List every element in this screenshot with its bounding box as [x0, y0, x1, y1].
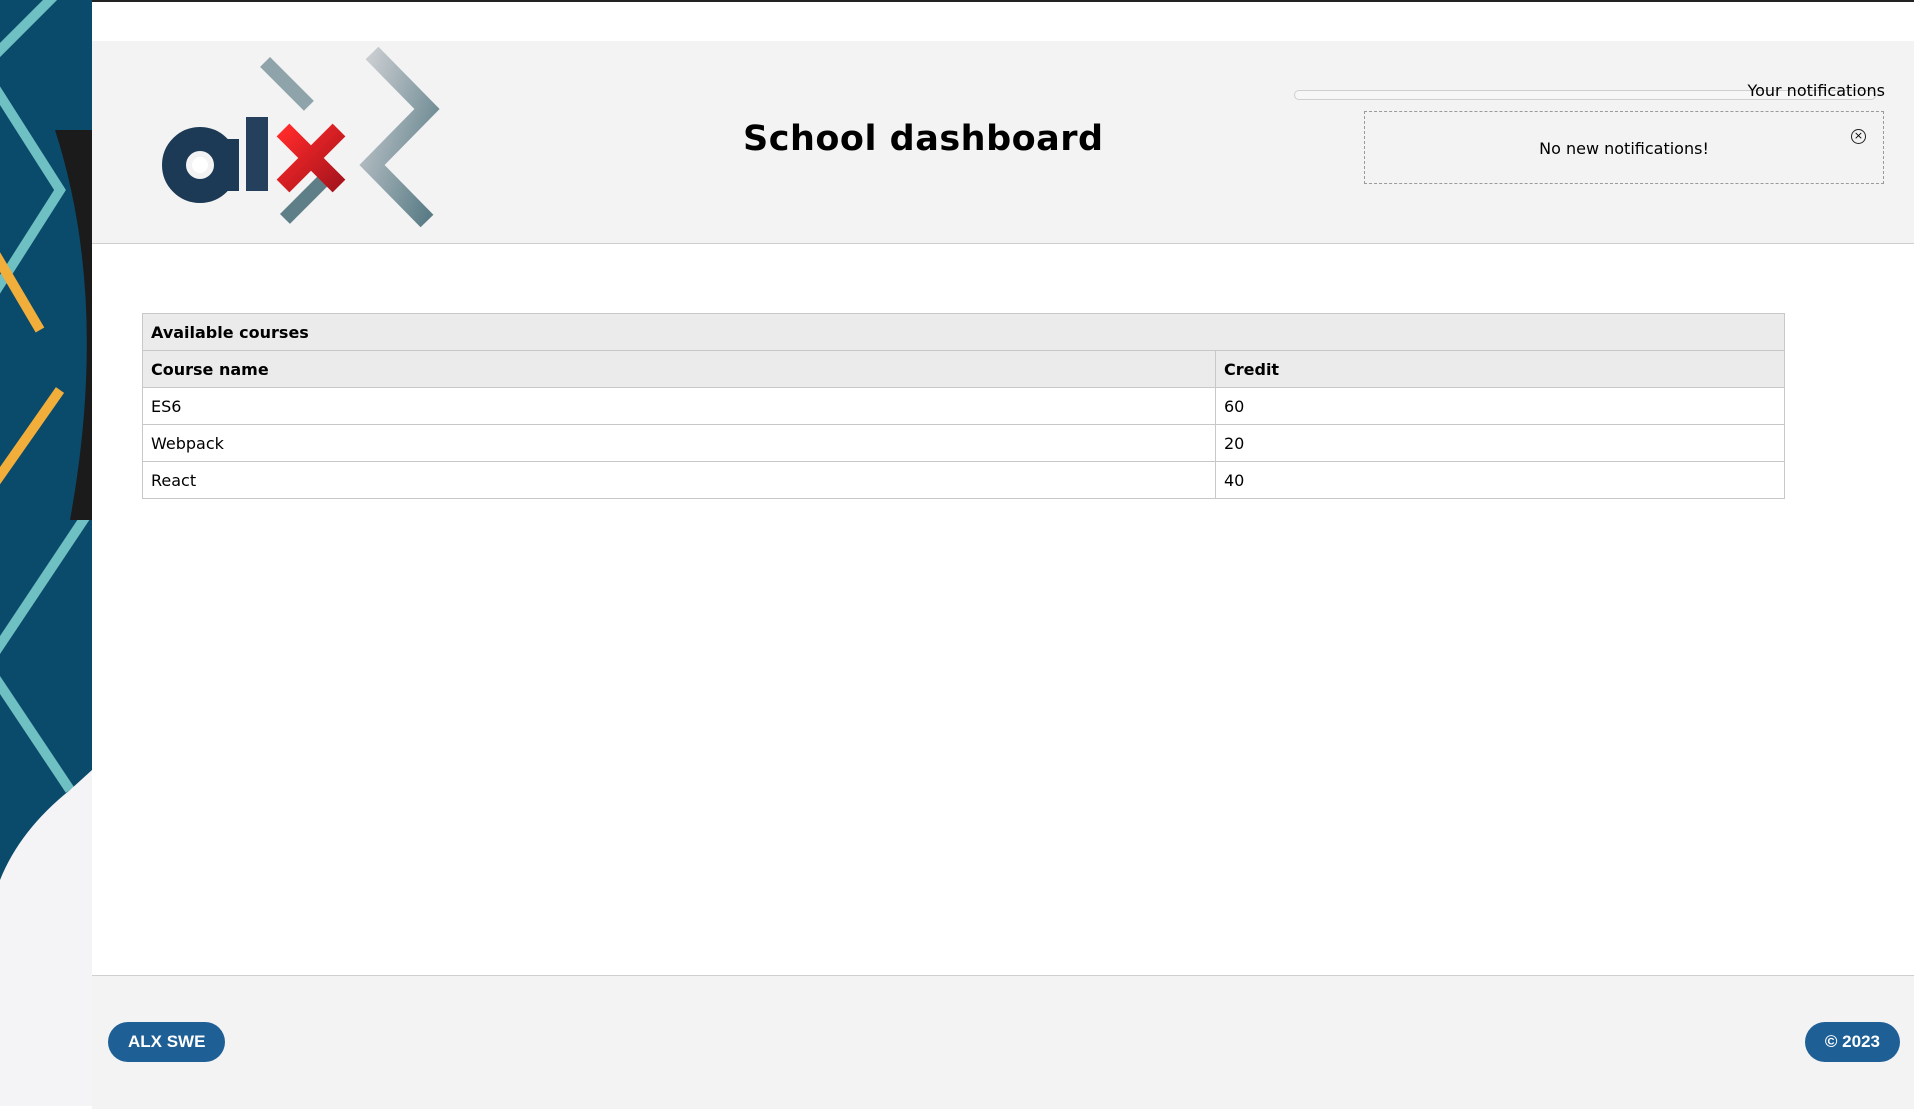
close-icon[interactable]: × — [1851, 129, 1866, 144]
footer-brand-badge: ALX SWE — [108, 1022, 226, 1062]
table-caption: Available courses — [142, 313, 1785, 351]
course-name-cell: ES6 — [142, 387, 1216, 425]
course-credit-cell: 60 — [1215, 387, 1785, 425]
background-pattern — [0, 0, 92, 1106]
notifications-title[interactable]: Your notifications — [1747, 81, 1885, 100]
course-name-cell: React — [142, 461, 1216, 499]
column-header-credit: Credit — [1215, 350, 1785, 388]
notifications-message: No new notifications! — [1539, 139, 1709, 158]
course-name-cell: Webpack — [142, 424, 1216, 462]
column-header-course-name: Course name — [142, 350, 1216, 388]
course-credit-cell: 40 — [1215, 461, 1785, 499]
table-row: ES6 60 — [142, 387, 1785, 425]
page-title: School dashboard — [743, 119, 1104, 159]
app-window: School dashboard Your notifications No n… — [92, 0, 1914, 1109]
table-caption-row: Available courses — [142, 313, 1785, 351]
courses-table: Available courses Course name Credit ES6… — [142, 313, 1785, 499]
alx-logo — [162, 46, 440, 228]
notifications-panel: No new notifications! × — [1364, 111, 1884, 184]
app-footer: ALX SWE © 2023 — [92, 975, 1914, 1109]
app-header: School dashboard Your notifications No n… — [92, 41, 1914, 244]
footer-copyright-badge: © 2023 — [1804, 1022, 1900, 1062]
table-row: Webpack 20 — [142, 424, 1785, 462]
background-photo-strip — [0, 0, 92, 1106]
table-row: React 40 — [142, 461, 1785, 499]
course-credit-cell: 20 — [1215, 424, 1785, 462]
table-header-row: Course name Credit — [142, 350, 1785, 388]
